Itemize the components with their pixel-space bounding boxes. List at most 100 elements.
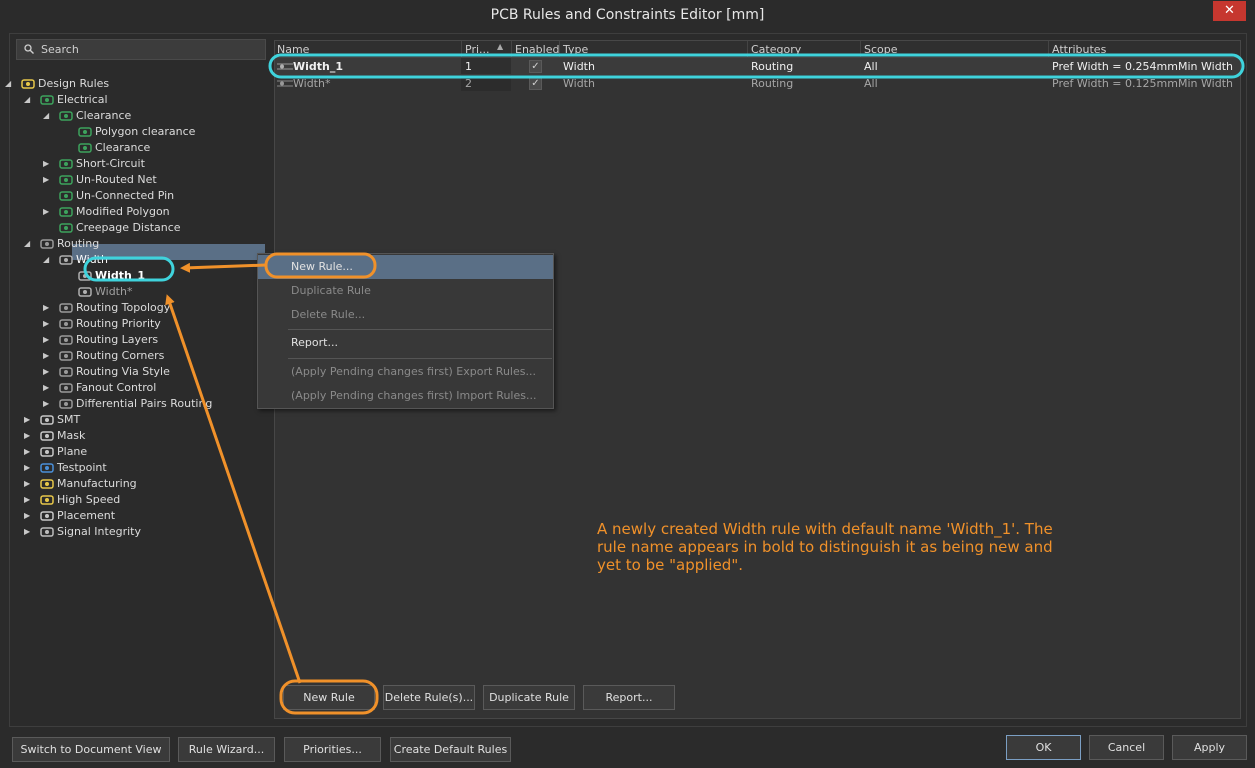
tree-node-label: High Speed	[57, 493, 121, 506]
tree-node-label: Routing Topology	[76, 301, 171, 314]
menu-item-export-rules[interactable]: (Apply Pending changes first) Export Rul…	[258, 360, 553, 384]
collapse-arrow-icon[interactable]: ▶	[43, 172, 51, 188]
collapse-arrow-icon[interactable]: ▶	[24, 412, 32, 428]
column-header-enabled[interactable]: Enabled	[515, 43, 559, 56]
routing-icon	[40, 238, 54, 250]
collapse-arrow-icon[interactable]: ▶	[43, 364, 51, 380]
rule-attributes: Pref Width = 0.254mm	[1052, 60, 1178, 73]
modified-polygon-icon	[59, 206, 73, 218]
collapse-arrow-icon[interactable]: ▶	[43, 396, 51, 412]
cancel-button[interactable]: Cancel	[1089, 735, 1164, 760]
tree-node-label: Fanout Control	[76, 381, 157, 394]
rule-name[interactable]: Width*	[293, 77, 330, 90]
rule-name[interactable]: Width_1	[293, 60, 343, 73]
rule-scope: All	[864, 60, 878, 73]
sort-ascending-icon: ▲	[497, 42, 504, 51]
signal-integrity-icon	[40, 526, 54, 538]
collapse-arrow-icon[interactable]: ▶	[24, 508, 32, 524]
collapse-arrow-icon[interactable]: ▶	[24, 476, 32, 492]
routing-icon	[59, 350, 73, 362]
close-button[interactable]: ✕	[1213, 1, 1246, 21]
search-icon	[24, 44, 34, 54]
create-default-rules-button[interactable]: Create Default Rules	[390, 737, 511, 762]
expand-arrow-icon[interactable]: ◢	[43, 252, 51, 268]
expand-arrow-icon[interactable]: ◢	[24, 236, 32, 252]
search-label: Search	[41, 43, 79, 56]
rule-attributes-more: Min Width	[1178, 77, 1233, 90]
tree-node-label: Polygon clearance	[95, 125, 196, 138]
collapse-arrow-icon[interactable]: ▶	[24, 492, 32, 508]
rule-priority: 2	[465, 77, 472, 90]
collapse-arrow-icon[interactable]: ▶	[43, 204, 51, 220]
collapse-arrow-icon[interactable]: ▶	[43, 380, 51, 396]
tree-node-label: Mask	[57, 429, 86, 442]
menu-item-duplicate-rule[interactable]: Duplicate Rule	[258, 279, 553, 303]
tree-node-label: Signal Integrity	[57, 525, 141, 538]
column-header-type[interactable]: Type	[563, 43, 588, 56]
priorities-button[interactable]: Priorities...	[284, 737, 381, 762]
grid-header: Name Pri... ▲ Enabled Type Category Scop…	[275, 41, 1240, 58]
menu-separator	[288, 329, 552, 330]
collapse-arrow-icon[interactable]: ▶	[43, 316, 51, 332]
design-rules-icon	[21, 78, 35, 90]
tree-node-label: Width_1	[95, 269, 146, 282]
expand-arrow-icon[interactable]: ◢	[5, 76, 13, 92]
column-header-category[interactable]: Category	[751, 43, 801, 56]
rule-priority: 1	[465, 60, 472, 73]
routing-icon	[59, 302, 73, 314]
column-header-name[interactable]: Name	[277, 43, 309, 56]
collapse-arrow-icon[interactable]: ▶	[24, 444, 32, 460]
expand-arrow-icon[interactable]: ◢	[43, 108, 51, 124]
electrical-icon	[40, 94, 54, 106]
enabled-checkbox[interactable]: ✓	[529, 60, 542, 73]
unconnected-pin-icon	[59, 190, 73, 202]
tree-node-label: Routing Corners	[76, 349, 165, 362]
table-row[interactable]: Width_1 1 ✓ Width Routing All Pref Width…	[275, 58, 1240, 75]
table-row[interactable]: Width* 2 ✓ Width Routing All Pref Width …	[275, 75, 1240, 92]
rule-wizard-button[interactable]: Rule Wizard...	[178, 737, 275, 762]
tree-node-label: Un-Connected Pin	[76, 189, 175, 202]
menu-item-import-rules[interactable]: (Apply Pending changes first) Import Rul…	[258, 384, 553, 408]
unrouted-net-icon	[59, 174, 73, 186]
menu-item-new-rule[interactable]: New Rule...	[258, 255, 553, 279]
column-header-scope[interactable]: Scope	[864, 43, 898, 56]
menu-separator	[288, 358, 552, 359]
column-header-priority[interactable]: Pri...	[465, 43, 490, 56]
rule-type: Width	[563, 77, 595, 90]
collapse-arrow-icon[interactable]: ▶	[43, 300, 51, 316]
report-button[interactable]: Report...	[583, 685, 675, 710]
high-speed-icon	[40, 494, 54, 506]
routing-icon	[59, 334, 73, 346]
menu-item-delete-rule[interactable]: Delete Rule...	[258, 303, 553, 327]
rule-category: Routing	[751, 77, 794, 90]
new-rule-button[interactable]: New Rule	[283, 685, 375, 710]
plane-icon	[40, 446, 54, 458]
rule-attributes: Pref Width = 0.125mm	[1052, 77, 1178, 90]
collapse-arrow-icon[interactable]: ▶	[43, 332, 51, 348]
width-icon	[277, 63, 293, 70]
collapse-arrow-icon[interactable]: ▶	[24, 524, 32, 540]
tree-node-label: Width*	[95, 285, 133, 298]
duplicate-rule-button[interactable]: Duplicate Rule	[483, 685, 575, 710]
menu-item-report[interactable]: Report...	[258, 331, 553, 355]
tree-node-label: Differential Pairs Routing	[76, 397, 213, 410]
enabled-checkbox[interactable]: ✓	[529, 77, 542, 90]
creepage-icon	[59, 222, 73, 234]
placement-icon	[40, 510, 54, 522]
width-icon	[59, 254, 73, 266]
collapse-arrow-icon[interactable]: ▶	[43, 156, 51, 172]
search-input[interactable]: Search	[16, 39, 266, 60]
tree-node-label: SMT	[57, 413, 81, 426]
expand-arrow-icon[interactable]: ◢	[24, 92, 32, 108]
ok-button[interactable]: OK	[1006, 735, 1081, 760]
routing-icon	[59, 398, 73, 410]
collapse-arrow-icon[interactable]: ▶	[43, 348, 51, 364]
collapse-arrow-icon[interactable]: ▶	[24, 428, 32, 444]
switch-to-document-view-button[interactable]: Switch to Document View	[12, 737, 170, 762]
tree-node-label: Electrical	[57, 93, 108, 106]
column-header-attributes[interactable]: Attributes	[1052, 43, 1106, 56]
collapse-arrow-icon[interactable]: ▶	[24, 460, 32, 476]
delete-rules-button[interactable]: Delete Rule(s)...	[383, 685, 475, 710]
clearance-icon	[78, 142, 92, 154]
apply-button[interactable]: Apply	[1172, 735, 1247, 760]
